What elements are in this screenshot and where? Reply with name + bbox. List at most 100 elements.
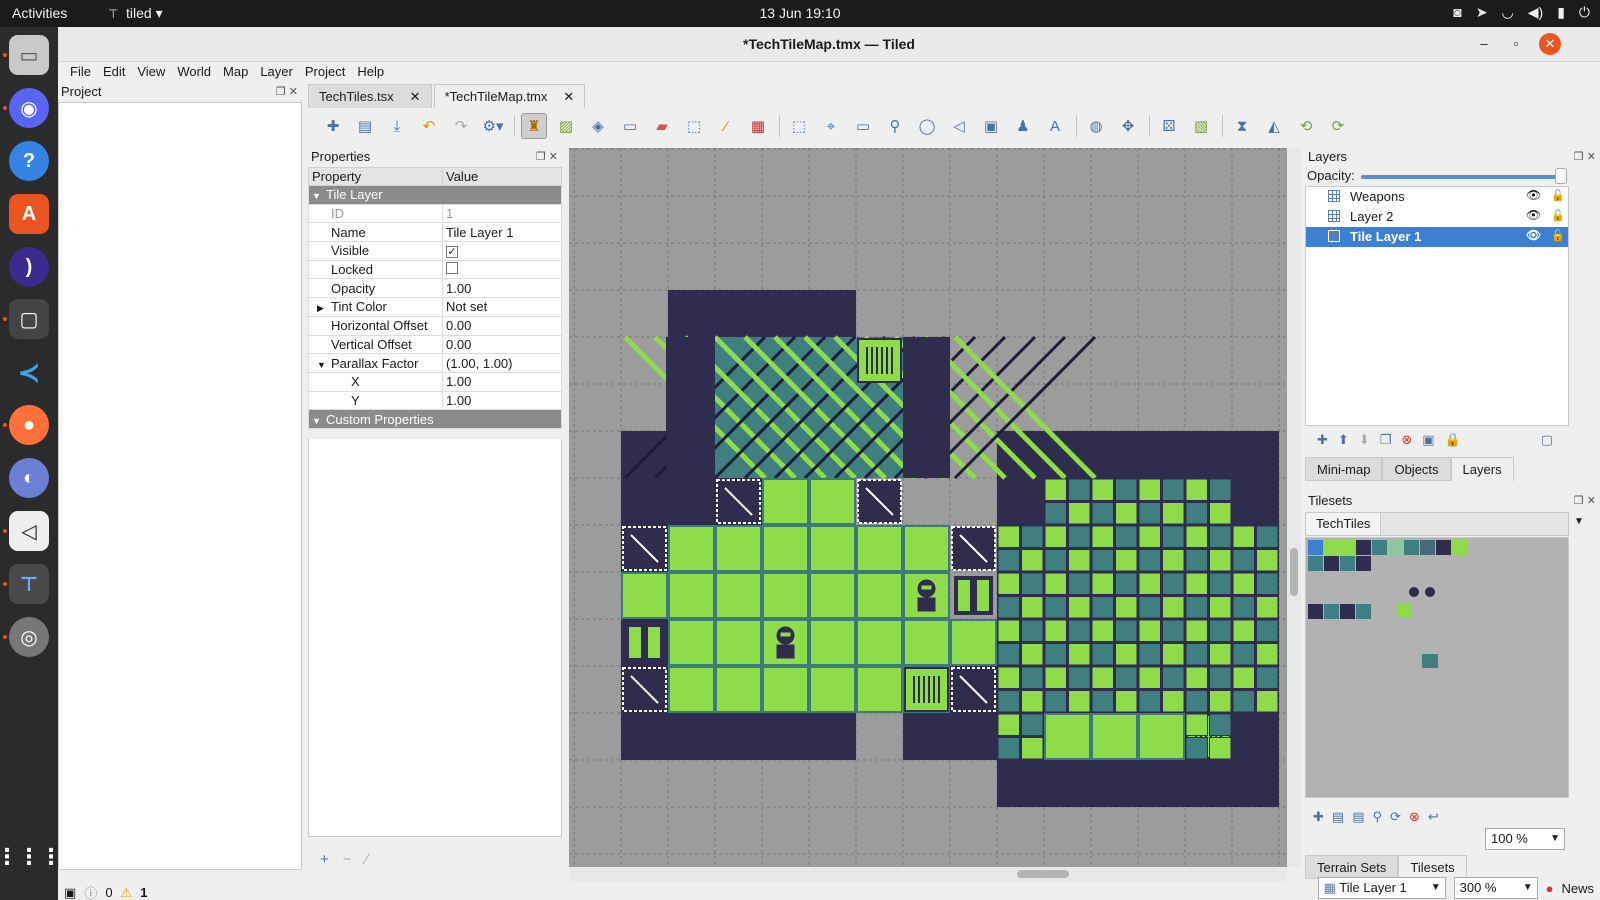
close-panel-icon[interactable]: ✕ [289, 86, 298, 98]
remove-layer-icon[interactable]: ⊗ [1401, 432, 1412, 448]
rotate-right-icon[interactable]: ⟳ [1325, 113, 1351, 139]
opacity-slider-handle[interactable] [1555, 168, 1567, 184]
tileset-tile[interactable] [1324, 540, 1339, 555]
rotate-left-icon[interactable]: ⟲ [1293, 113, 1319, 139]
prop-row-parallax-x[interactable]: X 1.00 [308, 371, 562, 392]
prop-row-tint-color[interactable]: ▶ Tint Color Not set [308, 297, 562, 317]
podcasts-icon[interactable]: ) [9, 247, 49, 287]
news-link[interactable]: News [1561, 881, 1594, 896]
scroll-thumb[interactable] [1017, 870, 1069, 878]
tile-map[interactable] [569, 148, 1287, 875]
firefox-icon[interactable]: ● [9, 405, 49, 445]
collapse-arrow-icon[interactable]: ▼ [317, 360, 331, 370]
visible-checkbox[interactable]: ✓ [446, 246, 458, 259]
horizontal-scrollbar[interactable] [569, 867, 1287, 881]
zoom-combo[interactable]: 300 % ▼ [1453, 877, 1538, 899]
redo-icon[interactable]: ↷ [448, 113, 474, 139]
prop-row-locked[interactable]: Locked [308, 259, 562, 280]
tab-techtilemap[interactable]: *TechTileMap.tmx ✕ [433, 84, 586, 108]
float-icon[interactable]: ❐ [276, 86, 286, 98]
col-value[interactable]: Value [442, 167, 562, 186]
tab-techtiles[interactable]: TechTiles.tsx ✕ [308, 84, 432, 108]
float-icon[interactable]: ❐ [1574, 151, 1584, 163]
world-tool-icon[interactable]: ◍ [1083, 113, 1109, 139]
remove-tileset-icon[interactable]: ⊗ [1409, 809, 1420, 825]
visibility-eye-icon[interactable]: 👁 [1526, 228, 1541, 242]
maximize-button[interactable]: ▫ [1505, 33, 1527, 55]
unity-icon[interactable]: ◁ [9, 511, 49, 551]
layer-row-tile-layer-1[interactable]: Tile Layer 1 👁 🔓 [1306, 227, 1568, 247]
collapse-arrow-icon[interactable]: ▼ [312, 191, 326, 201]
prop-value[interactable]: Not set [442, 297, 562, 317]
lock-icon[interactable]: 🔓 [1551, 209, 1565, 222]
eraser-icon[interactable]: ▰ [649, 113, 675, 139]
insert-tile-icon[interactable]: ▣ [978, 113, 1004, 139]
shape-fill-icon[interactable]: ▭ [617, 113, 643, 139]
tileset-tile[interactable] [1422, 654, 1438, 668]
tileset-tile[interactable] [1398, 604, 1412, 618]
close-panel-icon[interactable]: ✕ [549, 151, 558, 163]
tab-terrain-sets[interactable]: Terrain Sets [1305, 855, 1399, 879]
save-icon[interactable]: ⤓ [384, 113, 410, 139]
tab-mini-map[interactable]: Mini-map [1305, 457, 1383, 481]
minimize-button[interactable]: – [1473, 33, 1495, 55]
prop-value[interactable]: 1.00 [442, 278, 562, 299]
project-tree[interactable] [58, 102, 302, 870]
vertical-scrollbar[interactable] [1287, 148, 1301, 867]
warning-icon[interactable]: ⚠ [121, 885, 133, 900]
lock-layer-icon[interactable]: 🔒 [1445, 432, 1461, 448]
close-panel-icon[interactable]: ✕ [1587, 151, 1596, 163]
close-button[interactable]: ✕ [1539, 33, 1561, 55]
layer-combo[interactable]: ▦ Tile Layer 1 ▼ [1317, 877, 1446, 899]
insert-text-icon[interactable]: A [1042, 113, 1068, 139]
terrain-brush-icon[interactable]: ▨ [553, 113, 579, 139]
close-tab-icon[interactable]: ✕ [563, 89, 574, 104]
select-same-tile-icon[interactable]: ▦ [745, 113, 771, 139]
insert-template-icon[interactable]: ♟ [1010, 113, 1036, 139]
prop-row-visible[interactable]: Visible ✓ [308, 241, 562, 261]
tileset-sprite[interactable] [1409, 587, 1419, 597]
battery-icon[interactable]: ▮ [1557, 4, 1565, 21]
vscode-icon[interactable]: ≺ [9, 352, 49, 392]
layer-row-layer-2[interactable]: Layer 2 👁 🔓 [1306, 207, 1568, 227]
discord-icon[interactable]: ◉ [9, 88, 49, 128]
visibility-eye-icon[interactable]: 👁 [1526, 188, 1541, 202]
menu-help[interactable]: Help [351, 62, 390, 83]
tab-layers[interactable]: Layers [1450, 457, 1514, 481]
group-tile-layer[interactable]: ▼ Tile Layer [308, 185, 562, 205]
new-layer-icon[interactable]: ✚ [1317, 432, 1328, 448]
undo-icon[interactable]: ↶ [416, 113, 442, 139]
files-icon[interactable]: ▭ [9, 35, 49, 75]
random-mode-icon[interactable]: ⚄ [1156, 113, 1182, 139]
tiled-icon[interactable]: ⊤ [9, 564, 49, 604]
properties-empty-area[interactable] [308, 439, 562, 837]
commands-icon[interactable]: ⚙▾ [480, 113, 506, 139]
embed-tileset-icon[interactable]: ▤ [1332, 809, 1344, 825]
prop-row-horizontal-offset[interactable]: Horizontal Offset 0.00 [308, 315, 562, 336]
prop-row-parallax-factor[interactable]: ▼ Parallax Factor (1.00, 1.00) [308, 353, 562, 373]
expand-arrow-icon[interactable]: ▶ [317, 303, 331, 314]
prop-value[interactable]: 0.00 [442, 334, 562, 355]
new-tileset-icon[interactable]: ✚ [1313, 809, 1324, 825]
tileset-tile[interactable] [1420, 540, 1435, 555]
tileset-tile[interactable] [1308, 540, 1323, 555]
tileset-tile[interactable] [1356, 540, 1371, 555]
power-icon[interactable]: ⏻ [1579, 4, 1590, 21]
tileset-tile[interactable] [1340, 540, 1355, 555]
tileset-tile[interactable] [1308, 604, 1323, 619]
prop-row-vertical-offset[interactable]: Vertical Offset 0.00 [308, 334, 562, 355]
tileset-tile[interactable] [1308, 556, 1323, 571]
remove-property-icon[interactable]: − [343, 851, 352, 868]
tileset-dropdown-icon[interactable]: ▼ [1574, 516, 1584, 527]
replace-tileset-icon[interactable]: ⟳ [1390, 809, 1401, 825]
tileset-tile[interactable] [1356, 604, 1371, 619]
prop-row-opacity[interactable]: Opacity 1.00 [308, 278, 562, 299]
dynamic-wrap-icon[interactable]: ↩ [1428, 809, 1439, 825]
tileset-tile[interactable] [1404, 540, 1419, 555]
tileset-tile[interactable] [1436, 540, 1451, 555]
show-apps-icon[interactable]: ⋮⋮⋮ [0, 837, 62, 877]
rect-select-icon[interactable]: ⬚ [681, 113, 707, 139]
collapse-arrow-icon[interactable]: ▼ [312, 416, 326, 426]
volume-icon[interactable]: ◀) [1528, 4, 1543, 21]
new-icon[interactable]: ✚ [320, 113, 346, 139]
